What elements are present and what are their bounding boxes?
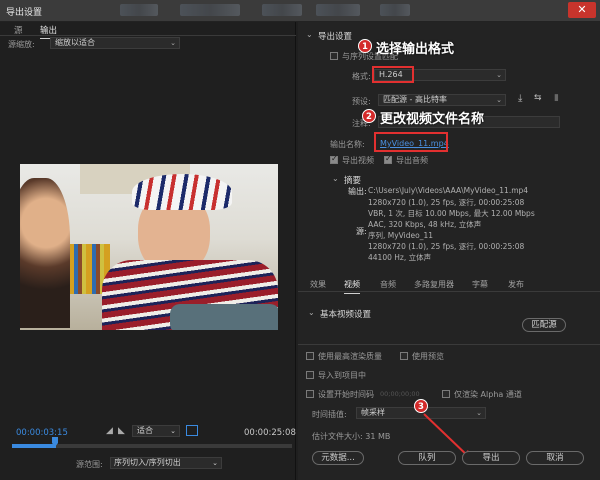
use-previews-checkbox[interactable] xyxy=(400,352,408,360)
blurred-background-item xyxy=(380,4,410,16)
annotation-badge-1: 1 xyxy=(358,39,372,53)
collapse-chevron-icon[interactable]: ⌄ xyxy=(332,174,339,183)
source-range-label: 源范围: xyxy=(76,460,103,469)
blurred-background-item xyxy=(262,4,302,16)
delete-preset-icon[interactable]: ▮ xyxy=(554,93,559,103)
current-timecode[interactable]: 00:00:03:15 xyxy=(16,428,68,438)
mark-in-icon[interactable]: ◢ xyxy=(106,426,113,436)
max-render-quality-checkbox[interactable] xyxy=(306,352,314,360)
summary-source-line: 1280x720 (1.0), 25 fps, 逐行, 00:00:25:08 xyxy=(368,242,525,251)
match-sequence-checkbox[interactable] xyxy=(330,52,338,60)
import-into-project-checkbox[interactable] xyxy=(306,371,314,379)
set-start-timecode-checkbox[interactable] xyxy=(306,390,314,398)
source-range-dropdown[interactable]: 序列切入/序列切出 ⌄ xyxy=(110,457,222,469)
window-title: 导出设置 xyxy=(6,8,43,18)
start-timecode-field[interactable]: 00;00;00;00 xyxy=(380,390,420,398)
time-interpolation-label: 时间插值: xyxy=(312,410,347,419)
title-bar: 导出设置 ✕ xyxy=(0,0,600,22)
max-render-quality-label: 使用最高渲染质量 xyxy=(318,352,382,361)
preset-dropdown[interactable]: 匹配源 - 高比特率 ⌄ xyxy=(378,94,506,106)
preview-panel: 源 输出 源缩放: 缩放以适合 ⌄ 00:00:03:15 ◢ ◣ 适合 ⌄ 0… xyxy=(0,22,296,480)
format-highlight xyxy=(372,66,414,83)
export-settings-panel: ⌄ 导出设置 与序列设置匹配 1 选择输出格式 格式: H.264 ⌄ 预设: … xyxy=(298,22,600,480)
collapse-chevron-icon[interactable]: ⌄ xyxy=(306,30,313,39)
summary-source-line: 44100 Hz, 立体声 xyxy=(368,253,432,262)
chevron-down-icon: ⌄ xyxy=(476,409,482,417)
end-timecode: 00:00:25:08 xyxy=(244,428,296,438)
close-button[interactable]: ✕ xyxy=(568,2,596,18)
tab-effects[interactable]: 效果 xyxy=(310,279,326,290)
match-source-button[interactable]: 匹配源 xyxy=(522,318,566,332)
time-interpolation-value: 帧采样 xyxy=(361,408,385,417)
cancel-button[interactable]: 取消 xyxy=(526,451,584,465)
summary-output-label: 输出: xyxy=(348,187,367,196)
render-alpha-checkbox[interactable] xyxy=(442,390,450,398)
annotation-text-1: 选择输出格式 xyxy=(376,42,455,57)
import-preset-icon[interactable]: ⇆ xyxy=(534,93,542,103)
chevron-down-icon: ⌄ xyxy=(496,71,502,79)
export-button[interactable]: 导出 xyxy=(462,451,520,465)
save-preset-icon[interactable]: ⤓ xyxy=(518,93,522,104)
preview-tabs: 源 输出 xyxy=(0,22,296,39)
tab-audio[interactable]: 音频 xyxy=(380,279,396,290)
tab-video[interactable]: 视频 xyxy=(344,279,360,294)
export-audio-label: 导出音频 xyxy=(396,156,428,165)
annotation-text-2: 更改视频文件名称 xyxy=(380,112,485,127)
preset-value: 匹配源 - 高比特率 xyxy=(383,95,447,104)
set-start-timecode-label: 设置开始时间码 xyxy=(318,390,374,399)
tab-output[interactable]: 输出 xyxy=(40,24,58,39)
annotation-badge-2: 2 xyxy=(362,109,376,123)
mark-out-icon[interactable]: ◣ xyxy=(118,426,125,436)
import-into-project-label: 导入到项目中 xyxy=(318,371,366,380)
preset-label: 预设: xyxy=(352,97,371,106)
chevron-down-icon: ⌄ xyxy=(170,39,176,47)
summary-output-line: C:\Users\July\Videos\AAA\MyVideo_11.mp4 xyxy=(368,186,529,195)
export-video-checkbox[interactable] xyxy=(330,154,338,164)
chevron-down-icon: ⌄ xyxy=(496,96,502,104)
render-alpha-label: 仅渲染 Alpha 通道 xyxy=(454,390,522,399)
zoom-fit-value: 适合 xyxy=(137,426,153,435)
export-audio-checkbox[interactable] xyxy=(384,154,392,164)
metadata-button[interactable]: 元数据... xyxy=(312,451,364,465)
close-icon: ✕ xyxy=(577,3,587,16)
tab-captions[interactable]: 字幕 xyxy=(472,279,488,290)
source-scale-label: 源缩放: xyxy=(8,40,35,49)
zoom-fit-dropdown[interactable]: 适合 ⌄ xyxy=(132,425,180,437)
source-range-value: 序列切入/序列切出 xyxy=(114,458,181,467)
blurred-background-item xyxy=(316,4,360,16)
source-scale-value: 缩放以适合 xyxy=(55,38,95,47)
summary-source-label: 源: xyxy=(356,227,367,236)
format-label: 格式: xyxy=(352,72,371,81)
chevron-down-icon: ⌄ xyxy=(212,459,218,467)
summary-output-line: AAC, 320 Kbps, 48 kHz, 立体声 xyxy=(368,220,482,229)
export-settings-title: 导出设置 xyxy=(318,32,353,42)
video-preview xyxy=(20,164,278,330)
summary-output-line: 1280x720 (1.0), 25 fps, 逐行, 00:00:25:08 xyxy=(368,198,525,207)
safe-margins-icon[interactable] xyxy=(186,425,198,436)
blurred-background-item xyxy=(180,4,240,16)
summary-source-line: 序列, MyVideo_11 xyxy=(368,231,433,240)
tab-multiplexer[interactable]: 多路复用器 xyxy=(414,279,454,290)
queue-button[interactable]: 队列 xyxy=(398,451,456,465)
tab-source[interactable]: 源 xyxy=(14,24,23,36)
basic-video-settings-title: 基本视频设置 xyxy=(320,310,372,320)
chevron-down-icon: ⌄ xyxy=(170,427,176,435)
output-name-label: 输出名称: xyxy=(330,140,365,149)
blurred-background-item xyxy=(120,4,158,16)
annotation-badge-3: 3 xyxy=(414,399,428,413)
summary-output-line: VBR, 1 次, 目标 10.00 Mbps, 最大 12.00 Mbps xyxy=(368,209,535,218)
output-name-highlight xyxy=(374,132,448,152)
tab-publish[interactable]: 发布 xyxy=(508,279,524,290)
collapse-chevron-icon[interactable]: ⌄ xyxy=(308,308,315,317)
estimated-file-size: 估计文件大小: 31 MB xyxy=(312,432,391,441)
settings-tabs: 效果 视频 音频 多路复用器 字幕 发布 xyxy=(298,276,600,294)
use-previews-label: 使用预览 xyxy=(412,352,444,361)
source-scale-dropdown[interactable]: 缩放以适合 ⌄ xyxy=(50,37,180,49)
export-video-label: 导出视频 xyxy=(342,156,374,165)
summary-title: 摘要 xyxy=(344,176,362,186)
